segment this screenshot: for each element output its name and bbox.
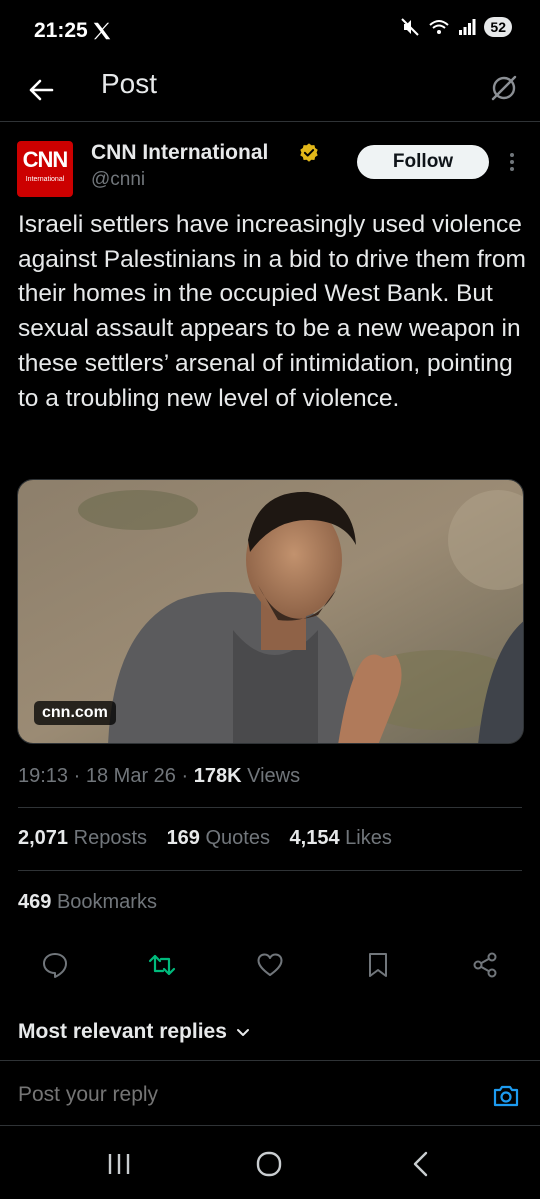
quotes-label: Quotes <box>205 827 270 849</box>
replies-sort-label: Most relevant replies <box>18 1020 227 1043</box>
cnn-logo-subtext: International <box>25 176 65 183</box>
reposts-label: Reposts <box>73 827 147 849</box>
x-logo-icon <box>93 22 111 40</box>
likes-label: Likes <box>345 827 392 849</box>
signal-icon <box>459 19 476 35</box>
user-handle[interactable]: @cnni <box>91 169 145 191</box>
post-text: Israeli settlers have increasingly used … <box>18 211 526 412</box>
home-icon[interactable] <box>249 1150 289 1178</box>
reply-composer <box>0 1060 540 1126</box>
bookmark-icon[interactable] <box>363 950 393 980</box>
link-domain-badge[interactable]: cnn.com <box>34 701 116 725</box>
quotes-count: 169 <box>166 827 200 849</box>
reply-input[interactable] <box>18 1083 418 1107</box>
top-app-bar: Post <box>0 60 540 122</box>
status-time: 21:25 <box>34 19 88 42</box>
display-name[interactable]: CNN International <box>91 141 268 165</box>
meta-separator: · <box>181 765 189 787</box>
cnn-logo-text: CNN <box>22 147 69 172</box>
engagement-stats: 2,071 Reposts 169 Quotes 4,154 Likes <box>18 827 406 850</box>
avatar[interactable]: CNN International <box>17 141 73 197</box>
grok-icon[interactable] <box>486 70 522 106</box>
reply-icon[interactable] <box>40 950 70 980</box>
quotes-stat[interactable]: 169 Quotes <box>167 827 270 849</box>
page-title: Post <box>101 68 158 99</box>
divider <box>18 870 522 871</box>
bookmarks-label: Bookmarks <box>56 891 157 913</box>
likes-count: 4,154 <box>289 827 340 849</box>
recents-icon[interactable] <box>99 1150 139 1178</box>
like-icon[interactable] <box>255 950 285 980</box>
chevron-down-icon <box>236 1029 249 1036</box>
wifi-icon <box>429 20 450 34</box>
action-bar <box>0 950 540 986</box>
status-icons: 52 <box>400 17 512 37</box>
bookmarks-count: 469 <box>18 891 52 913</box>
post-media-image[interactable]: cnn.com <box>17 479 524 744</box>
bookmarks-stat[interactable]: 469 Bookmarks <box>18 891 157 914</box>
status-bar: 21:25 52 <box>0 0 540 60</box>
post-meta: 19:13 · 18 Mar 26 · 178K Views <box>18 765 300 788</box>
repost-icon[interactable] <box>147 950 177 980</box>
camera-icon[interactable] <box>491 1081 521 1111</box>
system-nav-bar <box>0 1130 540 1199</box>
follow-button[interactable]: Follow <box>357 145 489 179</box>
verified-badge-icon <box>300 143 318 162</box>
replies-sort-dropdown[interactable]: Most relevant replies <box>18 1020 251 1044</box>
reposts-stat[interactable]: 2,071 Reposts <box>18 827 147 849</box>
share-icon[interactable] <box>470 950 500 980</box>
likes-stat[interactable]: 4,154 Likes <box>290 827 392 849</box>
divider <box>18 807 522 808</box>
post-date: 18 Mar 26 <box>85 765 176 787</box>
meta-separator: · <box>73 765 81 787</box>
reposts-count: 2,071 <box>18 827 69 849</box>
views-count: 178K <box>193 765 242 787</box>
views-label: Views <box>247 765 301 787</box>
back-icon[interactable] <box>401 1150 441 1178</box>
battery-icon: 52 <box>484 17 512 37</box>
mute-icon <box>401 18 420 36</box>
more-options-icon[interactable] <box>502 149 522 175</box>
post-time: 19:13 <box>18 765 69 787</box>
arrow-left-icon[interactable] <box>22 70 62 110</box>
